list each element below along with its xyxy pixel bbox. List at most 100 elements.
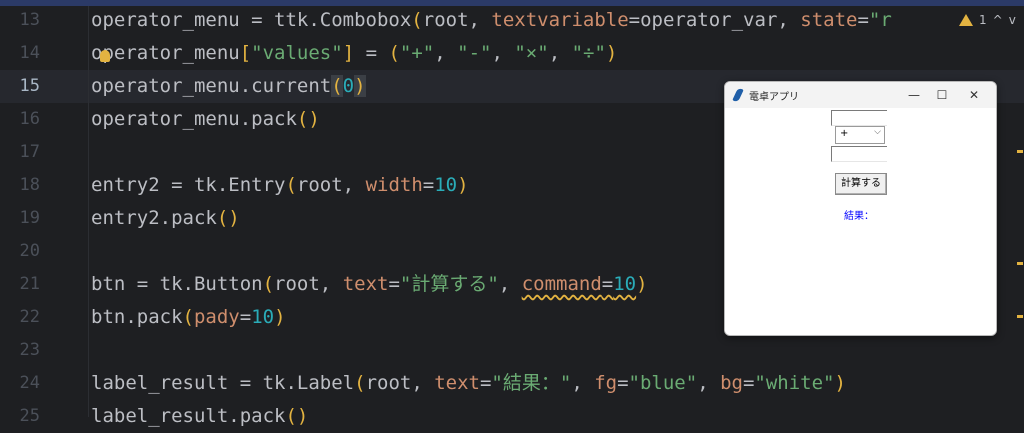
code-token: , [571,372,595,394]
code-line[interactable]: 23 [0,334,1024,367]
code-text[interactable]: entry2.pack() [91,202,240,235]
code-token: , [491,42,515,64]
code-token: operator_menu = ttk.Combobox [91,9,412,31]
code-token: btn.pack [91,306,183,328]
line-number: 19 [19,208,40,228]
code-text[interactable]: operator_menu.pack() [91,103,320,136]
code-token: btn = tk.Button [91,273,263,295]
next-highlight-icon[interactable]: v [1009,13,1016,27]
code-line[interactable]: 14 operator_menu["values"] = ("+", "-", "… [0,37,1024,70]
code-token: ] [342,42,355,64]
line-number: 24 [19,373,40,393]
code-token: ) [834,372,846,394]
close-button[interactable]: ✕ [961,85,987,105]
tk-calculator-window[interactable]: 電卓アプリ — ☐ ✕ + ⌵ 計算する 結果： [724,81,997,336]
warning-icon [959,14,973,26]
line-number: 21 [19,274,40,294]
window-titlebar[interactable]: 電卓アプリ — ☐ ✕ [725,82,996,108]
code-token: () [296,108,320,130]
inspection-widget[interactable]: 1 ^ v [955,10,1020,30]
line-number: 15 [19,76,40,96]
code-token: , [498,273,522,295]
code-token: operator_menu.current [91,75,332,97]
code-token: pady [193,306,240,328]
code-token: root, [274,273,343,295]
code-token: state [800,9,858,31]
code-token: = [601,273,614,295]
code-token: textvariable [491,9,629,31]
number2-entry[interactable] [831,146,887,162]
code-token: ) [605,42,618,64]
code-token: root, [365,372,435,394]
operator-value: + [840,128,849,139]
code-token: "結果：" [491,372,572,394]
code-token: root, [296,174,366,196]
code-token: ( [331,75,343,97]
scrollbar-warning-mark[interactable] [1017,150,1023,153]
code-token: , [697,372,721,394]
code-token: ( [285,174,297,196]
code-line[interactable]: 13 operator_menu = ttk.Combobox(root, tex… [0,4,1024,37]
code-token: , [434,42,458,64]
code-token: ( [262,273,275,295]
code-token: "values" [251,42,343,64]
operator-combobox[interactable]: + ⌵ [835,126,885,144]
code-token: fg [594,372,618,394]
code-text[interactable]: operator_menu = ttk.Combobox(root, textv… [91,4,892,37]
code-token: ( [182,306,194,328]
line-number: 18 [19,175,40,195]
code-token: operator_menu [91,42,240,64]
intention-bulb-icon[interactable] [100,50,110,62]
scrollbar-warning-mark[interactable] [1017,262,1023,265]
code-token: = [742,372,755,394]
code-token: ( [388,42,400,64]
line-number: 17 [19,142,40,162]
code-token: , [548,42,572,64]
code-token: 10 [251,306,275,328]
code-text[interactable]: entry2 = tk.Entry(root, width=10) [91,169,469,202]
indent-guide [88,6,89,417]
tk-feather-icon [732,87,744,103]
scrollbar-warning-mark[interactable] [1017,315,1023,318]
code-token: = [388,273,400,295]
code-text[interactable]: btn = tk.Button(root, text="計算する", comma… [91,268,648,301]
code-token: "計算する" [399,273,499,295]
code-token: entry2.pack [91,207,217,229]
line-number: 13 [19,10,40,30]
code-text[interactable]: label_result = tk.Label(root, text="結果："… [91,367,846,400]
code-token: ) [636,273,648,295]
code-token: operator_menu.pack [91,108,297,130]
code-token: "white" [754,372,835,394]
chevron-down-icon[interactable]: ⌵ [874,127,881,137]
calculate-button[interactable]: 計算する [835,173,887,195]
code-token: "÷" [571,42,606,64]
code-token: label_result = tk.Label [91,372,355,394]
code-text[interactable]: operator_menu["values"] = ("+", "-", "×"… [91,37,617,70]
code-text[interactable]: btn.pack(pady=10) [91,301,286,334]
code-token: 10 [613,273,637,295]
code-token: 0 [342,75,355,97]
code-token: "blue" [628,372,698,394]
line-number: 14 [19,43,40,63]
code-token: "-" [457,42,492,64]
code-token: ( [354,372,366,394]
code-token: = [479,372,492,394]
code-token: text [434,372,480,394]
code-token: = [422,174,435,196]
code-token: command [521,273,602,295]
minimize-button[interactable]: — [901,85,927,105]
maximize-button[interactable]: ☐ [929,85,955,105]
previous-highlight-icon[interactable]: ^ [993,13,1003,27]
number1-entry[interactable] [831,110,887,126]
code-token: [ [239,42,252,64]
line-number: 23 [19,340,40,360]
code-token: ) [274,306,286,328]
code-token: entry2 = tk.Entry [91,174,286,196]
code-token: = [617,372,629,394]
code-token: ( [411,9,423,31]
code-text[interactable]: operator_menu.current(0) [91,70,366,103]
result-label: 結果： [844,207,874,222]
code-line[interactable]: 24 label_result = tk.Label(root, text="結果… [0,367,1024,400]
code-token: = [239,306,252,328]
line-number: 16 [19,109,40,129]
